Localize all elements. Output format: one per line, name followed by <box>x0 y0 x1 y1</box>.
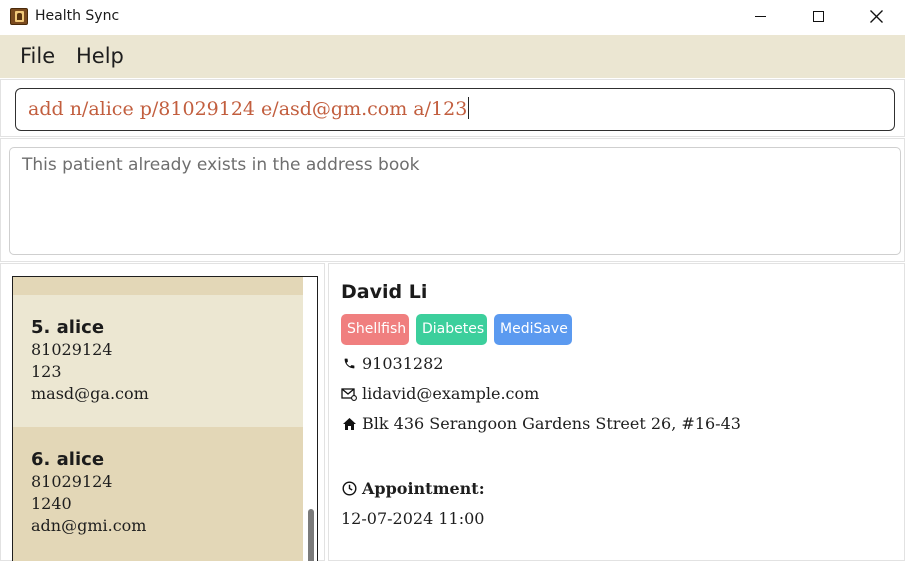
email-icon <box>341 386 357 402</box>
patient-detail-panel: David Li Shellfish Diabetes MediSave 910… <box>328 263 905 561</box>
minimize-button[interactable] <box>731 0 789 33</box>
minimize-icon <box>754 16 766 17</box>
patient-card-title: 6. alice <box>31 449 303 471</box>
patient-card-title: 5. alice <box>31 317 303 339</box>
result-message: This patient already exists in the addre… <box>22 155 420 175</box>
appointment-label: Appointment: <box>362 479 485 498</box>
detail-email: lidavid@example.com <box>362 384 540 403</box>
detail-phone-row: 91031282 <box>341 354 443 373</box>
title-bar: Health Sync <box>0 0 905 35</box>
command-input[interactable]: add n/alice p/81029124 e/asd@gm.com a/12… <box>15 88 895 131</box>
detail-address-row: Blk 436 Serangoon Gardens Street 26, #16… <box>341 414 741 433</box>
appointment-value: 12-07-2024 11:00 <box>341 509 485 528</box>
detail-address: Blk 436 Serangoon Gardens Street 26, #16… <box>362 414 741 433</box>
close-icon <box>869 10 883 23</box>
menu-help[interactable]: Help <box>76 44 124 68</box>
maximize-button[interactable] <box>789 0 847 33</box>
text-caret <box>468 97 470 119</box>
appointment-value-row: 12-07-2024 11:00 <box>341 509 484 528</box>
patient-card-partial[interactable] <box>13 277 303 295</box>
window-title: Health Sync <box>35 8 120 24</box>
patient-name: alice <box>56 317 105 338</box>
result-display[interactable]: This patient already exists in the addre… <box>9 147 901 255</box>
patient-card[interactable]: 6. alice 81029124 1240 adn@gmi.com <box>13 427 303 561</box>
result-panel: This patient already exists in the addre… <box>0 138 905 262</box>
patient-phone: 81029124 <box>31 340 113 359</box>
patient-index: 5. <box>31 317 51 338</box>
app-icon <box>10 8 28 25</box>
patient-list[interactable]: 5. alice 81029124 123 masd@ga.com 6. ali… <box>12 276 318 561</box>
patient-card[interactable]: 5. alice 81029124 123 masd@ga.com <box>13 295 303 427</box>
menu-bar: File Help <box>0 35 905 78</box>
menu-file[interactable]: File <box>20 44 55 68</box>
patient-address: 123 <box>31 362 62 381</box>
detail-email-row: lidavid@example.com <box>341 384 539 403</box>
phone-icon <box>341 356 357 372</box>
patient-email: adn@gmi.com <box>31 516 147 535</box>
clock-icon <box>341 481 357 497</box>
patient-index: 6. <box>31 449 51 470</box>
detail-phone: 91031282 <box>362 354 444 373</box>
scrollbar-thumb[interactable] <box>308 509 314 561</box>
tag-diabetes: Diabetes <box>416 314 487 345</box>
home-icon <box>341 416 357 432</box>
patient-address: 1240 <box>31 494 72 513</box>
command-text: add n/alice p/81029124 e/asd@gm.com a/12… <box>28 98 468 120</box>
tag-medisave: MediSave <box>494 314 572 345</box>
patient-phone: 81029124 <box>31 472 113 491</box>
patient-email: masd@ga.com <box>31 384 149 403</box>
close-button[interactable] <box>847 0 905 33</box>
patient-list-panel: 5. alice 81029124 123 masd@ga.com 6. ali… <box>0 263 325 561</box>
detail-patient-name: David Li <box>341 281 428 303</box>
patient-name: alice <box>56 449 105 470</box>
appointment-label-row: Appointment: <box>341 479 485 498</box>
maximize-icon <box>812 11 824 22</box>
command-panel: add n/alice p/81029124 e/asd@gm.com a/12… <box>0 79 905 137</box>
tag-shellfish: Shellfish <box>341 314 409 345</box>
